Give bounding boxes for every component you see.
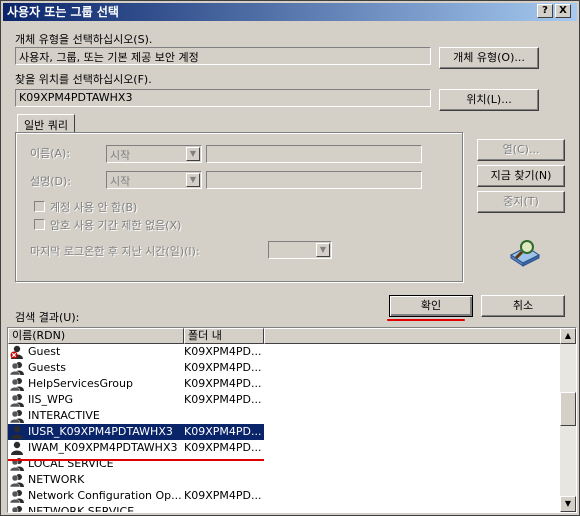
name-condition-value: 시작	[110, 149, 131, 162]
list-item[interactable]: Guests K09XPM4PD...	[8, 360, 264, 376]
ok-annotation-underline	[387, 319, 465, 321]
description-input	[206, 171, 422, 189]
row-name: NETWORK	[28, 473, 85, 486]
stop-button[interactable]: 중지(T)	[477, 191, 565, 213]
non-expiring-label: 암호 사용 기간 제한 없음(X)	[50, 219, 182, 232]
non-expiring-checkbox	[34, 219, 45, 230]
columns-button[interactable]: 열(C)...	[477, 139, 565, 161]
object-types-button[interactable]: 개체 유형(O)...	[439, 47, 539, 69]
chevron-down-icon: ▼	[186, 173, 200, 187]
tab-general-queries[interactable]: 일반 쿼리	[17, 114, 75, 134]
row-folder: K09XPM4PD...	[184, 377, 262, 390]
location-label: 찾을 위치를 선택하십시오(F).	[15, 73, 152, 86]
select-users-dialog: 사용자 또는 그룹 선택 ? X 개체 유형을 선택하십시오(S). 사용자, …	[0, 0, 580, 516]
scroll-up-button[interactable]: ▲	[560, 328, 576, 344]
disabled-accounts-label: 계정 사용 안 함(B)	[50, 201, 138, 214]
last-logon-select: ▼	[268, 241, 332, 259]
list-item[interactable]: HelpServicesGroup K09XPM4PD...	[8, 376, 264, 392]
cancel-button[interactable]: 취소	[481, 295, 565, 317]
list-item[interactable]: INTERACTIVE	[8, 408, 264, 424]
list-item[interactable]: Guest K09XPM4PD...	[8, 344, 264, 360]
list-item[interactable]: IUSR_K09XPM4PDTAWHX3 K09XPM4PD...	[8, 424, 264, 440]
list-item[interactable]: NETWORK SERVICE	[8, 504, 264, 513]
name-condition-select: 시작 ▼	[106, 145, 202, 163]
results-scrollbar[interactable]: ▲ ▼	[560, 328, 576, 512]
list-item[interactable]: IWAM_K09XPM4PDTAWHX3 K09XPM4PD...	[8, 440, 264, 456]
group-icon	[10, 474, 24, 487]
row-name: Guest	[28, 345, 61, 358]
last-logon-label: 마지막 로그온한 후 지난 시간(일)(I):	[30, 245, 200, 258]
name-label: 이름(A):	[30, 147, 71, 160]
row-folder: K09XPM4PD...	[184, 489, 262, 502]
column-header-name[interactable]: 이름(RDN)	[8, 328, 184, 344]
group-icon	[10, 394, 24, 407]
row-folder: K09XPM4PD...	[184, 361, 262, 374]
row-name: Guests	[28, 361, 67, 374]
group-icon	[10, 490, 24, 503]
row-folder: K09XPM4PD...	[184, 345, 262, 358]
row-folder: K09XPM4PD...	[184, 441, 262, 454]
search-results-list[interactable]: 이름(RDN) 폴더 내 Guest K09XPM4PD... Guests K09X…	[7, 327, 577, 513]
disabled-accounts-checkbox	[34, 201, 45, 212]
user-disabled-icon	[10, 345, 23, 359]
list-item[interactable]: IIS_WPG K09XPM4PD...	[8, 392, 264, 408]
search-results-label: 검색 결과(U):	[15, 311, 80, 324]
row-name: Network Configuration Op...	[28, 489, 182, 502]
row-folder: K09XPM4PD...	[184, 425, 262, 438]
chevron-down-icon: ▼	[186, 147, 200, 161]
column-header-filler	[264, 328, 562, 344]
close-button[interactable]: X	[555, 4, 571, 18]
group-icon	[10, 410, 24, 423]
description-label: 설명(D):	[30, 175, 71, 188]
row-name: IIS_WPG	[28, 393, 74, 406]
chevron-down-icon: ▼	[316, 243, 330, 257]
user-icon	[11, 425, 23, 439]
ok-button[interactable]: 확인	[389, 295, 473, 317]
group-icon	[10, 362, 24, 375]
user-icon	[11, 441, 23, 455]
row-name: IUSR_K09XPM4PDTAWHX3	[28, 425, 173, 438]
group-icon	[11, 506, 22, 512]
search-icon	[510, 240, 540, 267]
row-name: NETWORK SERVICE	[28, 505, 135, 513]
row-name: IWAM_K09XPM4PDTAWHX3	[28, 441, 178, 454]
dialog-title: 사용자 또는 그룹 선택 ? X	[3, 3, 577, 21]
object-type-field: 사용자, 그룹, 또는 기본 제공 보안 계정	[15, 47, 431, 65]
row-folder: K09XPM4PD...	[184, 393, 262, 406]
find-now-button[interactable]: 지금 찾기(N)	[477, 165, 565, 187]
list-item[interactable]: Network Configuration Op... K09XPM4PD...	[8, 488, 264, 504]
row-name: HelpServicesGroup	[28, 377, 133, 390]
location-field: K09XPM4PDTAWHX3	[15, 89, 431, 107]
name-input	[206, 145, 422, 163]
help-button[interactable]: ?	[537, 4, 553, 18]
object-type-label: 개체 유형을 선택하십시오(S).	[15, 33, 153, 46]
locations-button[interactable]: 위치(L)...	[439, 89, 539, 111]
scroll-down-button[interactable]: ▼	[560, 496, 576, 512]
scroll-thumb[interactable]	[560, 392, 576, 426]
selected-annotation-underline	[8, 459, 264, 461]
list-item[interactable]: NETWORK	[8, 472, 264, 488]
description-condition-select: 시작 ▼	[106, 171, 202, 189]
dialog-title-text: 사용자 또는 그룹 선택	[7, 5, 119, 19]
general-queries-panel: 이름(A): 시작 ▼ 설명(D): 시작 ▼ 계정 사용 안 함(B) 암호 …	[15, 132, 463, 282]
group-icon	[10, 378, 24, 391]
column-header-folder[interactable]: 폴더 내	[184, 328, 264, 344]
description-condition-value: 시작	[110, 175, 131, 188]
row-name: INTERACTIVE	[28, 409, 100, 422]
